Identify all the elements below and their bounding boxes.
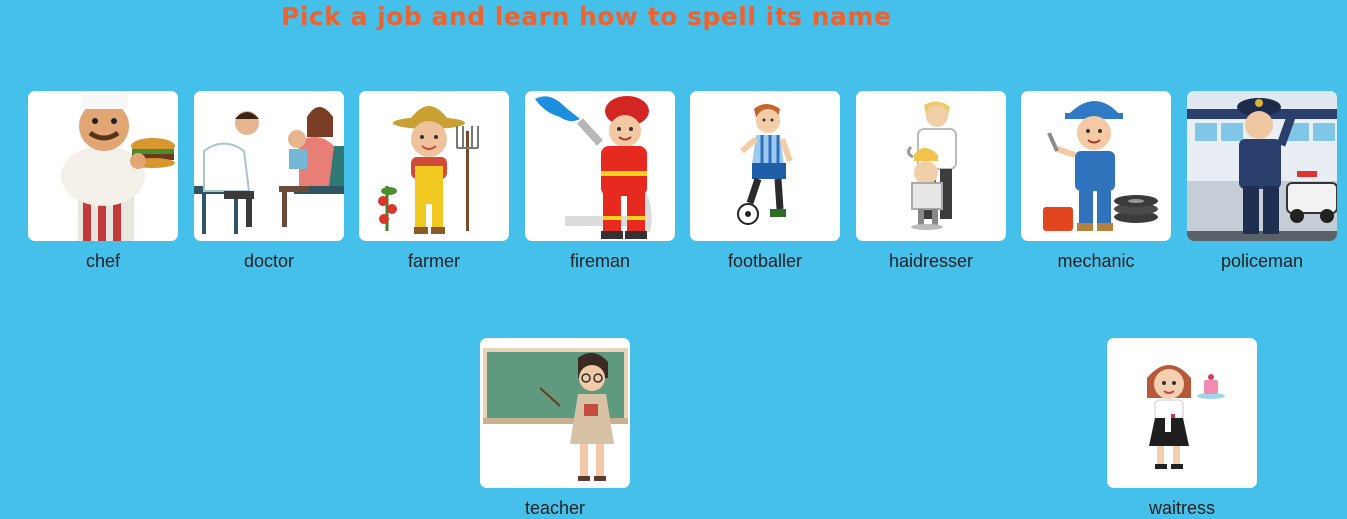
job-label: farmer — [407, 251, 460, 271]
footballer-illustration[interactable] — [690, 91, 840, 241]
job-label: chef — [85, 251, 121, 271]
job-card-fireman[interactable]: fireman — [525, 91, 675, 272]
mechanic-illustration[interactable] — [1021, 91, 1171, 241]
job-card-doctor[interactable]: doctor — [194, 91, 344, 272]
job-label: policeman — [1220, 251, 1304, 271]
job-card-mechanic[interactable]: mechanic — [1021, 91, 1171, 272]
job-label: doctor — [243, 251, 295, 271]
job-card-farmer[interactable]: farmer — [359, 91, 509, 272]
job-card-waitress[interactable]: waitress — [1107, 338, 1257, 519]
page-title: Pick a job and learn how to spell its na… — [281, 2, 892, 31]
job-label: mechanic — [1057, 251, 1135, 271]
teacher-illustration[interactable] — [480, 338, 630, 488]
policeman-illustration[interactable] — [1187, 91, 1337, 241]
doctor-illustration[interactable] — [194, 91, 344, 241]
farmer-illustration[interactable] — [359, 91, 509, 241]
job-label: waitress — [1148, 498, 1215, 518]
job-label: footballer — [727, 251, 803, 271]
job-label: fireman — [569, 251, 631, 271]
job-label: teacher — [524, 498, 586, 518]
job-card-footballer[interactable]: footballer — [690, 91, 840, 272]
waitress-illustration[interactable] — [1107, 338, 1257, 488]
job-label: haidresser — [888, 251, 974, 271]
job-card-chef[interactable]: chef — [28, 91, 178, 272]
hairdresser-illustration[interactable] — [856, 91, 1006, 241]
job-card-teacher[interactable]: teacher — [480, 338, 630, 519]
fireman-illustration[interactable] — [525, 91, 675, 241]
job-card-hairdresser[interactable]: haidresser — [856, 91, 1006, 272]
job-card-policeman[interactable]: policeman — [1187, 91, 1337, 272]
chef-illustration[interactable] — [28, 91, 178, 241]
